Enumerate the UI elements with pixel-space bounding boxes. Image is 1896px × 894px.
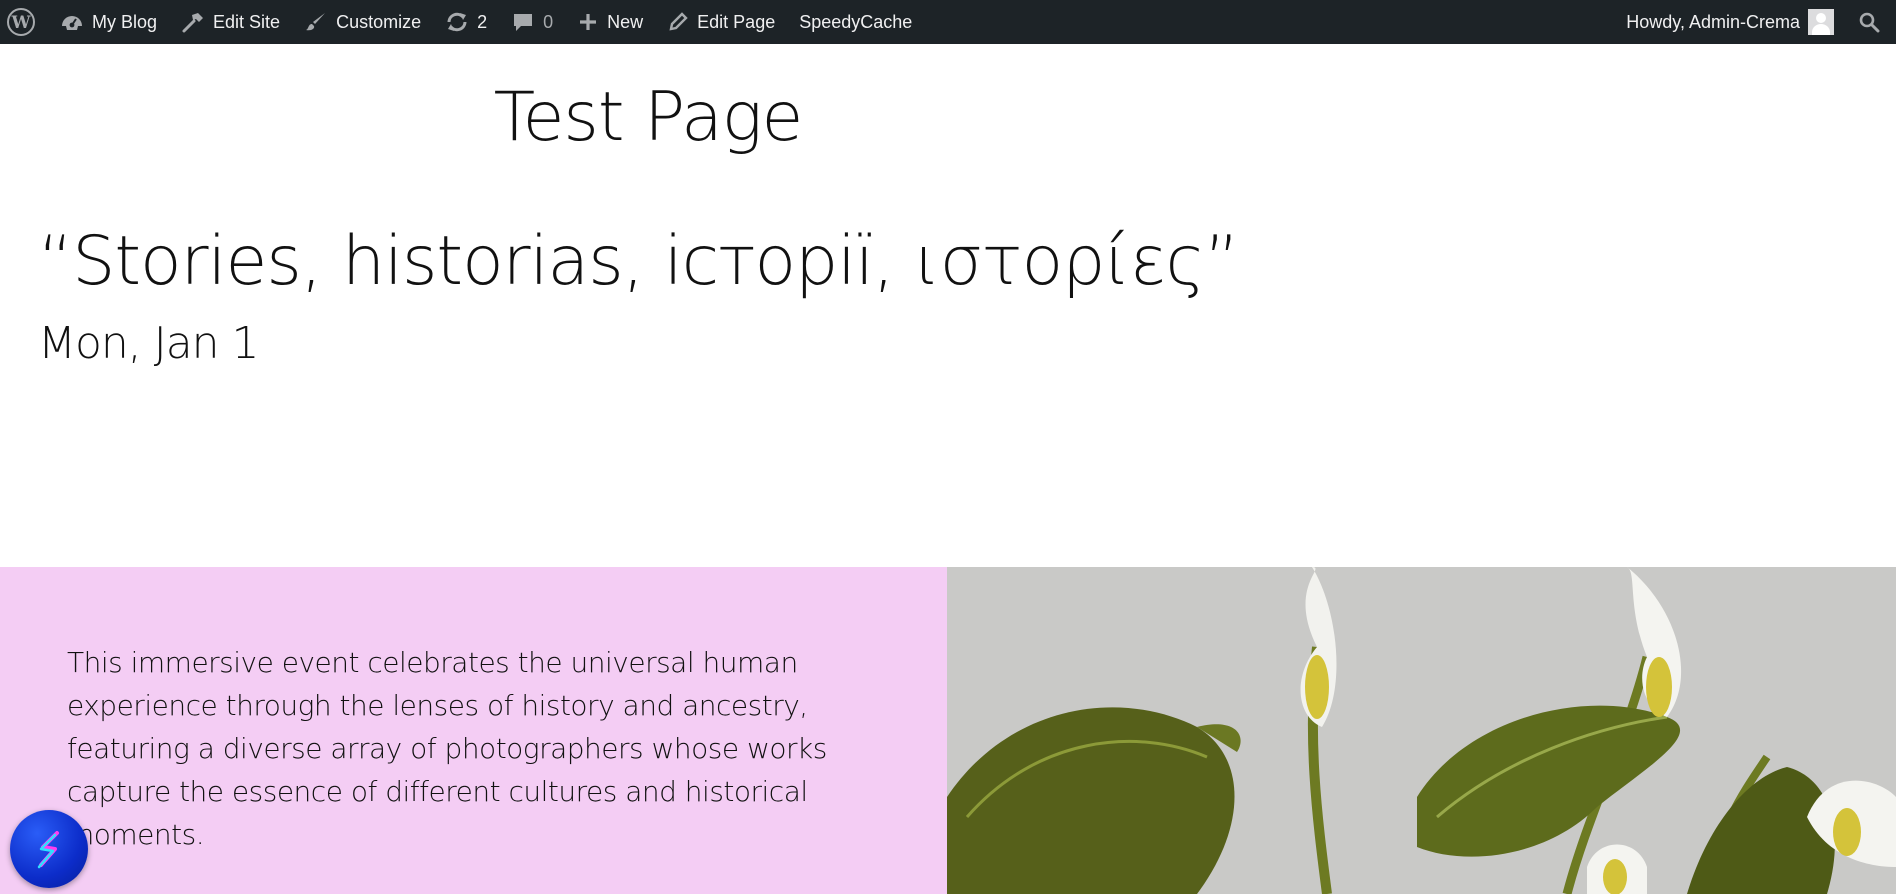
new-label: New bbox=[607, 11, 644, 32]
paintbrush-icon bbox=[306, 13, 326, 31]
avatar bbox=[1808, 9, 1834, 35]
new-content-link[interactable]: New bbox=[565, 0, 655, 44]
my-blog-label: My Blog bbox=[92, 11, 158, 32]
wordpress-logo-icon: W bbox=[7, 8, 35, 36]
updates-icon bbox=[447, 12, 467, 32]
edit-page-label: Edit Page bbox=[697, 11, 776, 32]
search-icon bbox=[1859, 12, 1880, 33]
customize-link[interactable]: Customize bbox=[292, 0, 433, 44]
howdy-label: Howdy, Admin-Crema bbox=[1626, 11, 1800, 32]
search-button[interactable] bbox=[1846, 0, 1896, 44]
edit-site-label: Edit Site bbox=[213, 11, 281, 32]
event-date: Mon, Jan 1 bbox=[38, 318, 260, 369]
edit-site-link[interactable]: Edit Site bbox=[169, 0, 292, 44]
edit-page-link[interactable]: Edit Page bbox=[655, 0, 787, 44]
event-description: This immersive event celebrates the univ… bbox=[67, 646, 827, 851]
speedycache-label: SpeedyCache bbox=[799, 11, 913, 32]
calla-lily-illustration bbox=[947, 567, 1896, 894]
my-blog-link[interactable]: My Blog bbox=[48, 0, 169, 44]
comments-link[interactable]: 0 bbox=[499, 0, 565, 44]
comment-icon bbox=[514, 14, 533, 31]
updates-link[interactable]: 2 bbox=[433, 0, 499, 44]
speedycache-s-icon bbox=[37, 831, 59, 869]
calla-lily-photo bbox=[947, 567, 1896, 894]
description-panel: This immersive event celebrates the univ… bbox=[0, 567, 947, 894]
dashboard-icon bbox=[62, 16, 82, 30]
customize-label: Customize bbox=[336, 11, 422, 32]
wp-admin-bar: W My Blog Edit Site Customize 2 0 New Ed… bbox=[0, 0, 1896, 44]
admin-bar-left: W My Blog Edit Site Customize 2 0 New Ed… bbox=[0, 0, 924, 44]
speedycache-link[interactable]: SpeedyCache bbox=[787, 0, 924, 44]
plus-icon bbox=[580, 14, 597, 30]
admin-bar-right: Howdy, Admin-Crema bbox=[1614, 0, 1896, 44]
event-headline: “Stories, historias, історії, ιστορίες” bbox=[38, 222, 1240, 301]
page-title: Test Page bbox=[493, 78, 804, 157]
speedycache-floating-button[interactable] bbox=[10, 810, 88, 888]
hammer-icon bbox=[182, 13, 204, 33]
account-menu[interactable]: Howdy, Admin-Crema bbox=[1614, 0, 1846, 44]
svg-text:W: W bbox=[10, 13, 31, 33]
comments-count: 0 bbox=[543, 11, 554, 32]
updates-count: 2 bbox=[477, 11, 488, 32]
wordpress-logo-button[interactable]: W bbox=[0, 0, 48, 44]
pencil-icon bbox=[669, 12, 688, 31]
